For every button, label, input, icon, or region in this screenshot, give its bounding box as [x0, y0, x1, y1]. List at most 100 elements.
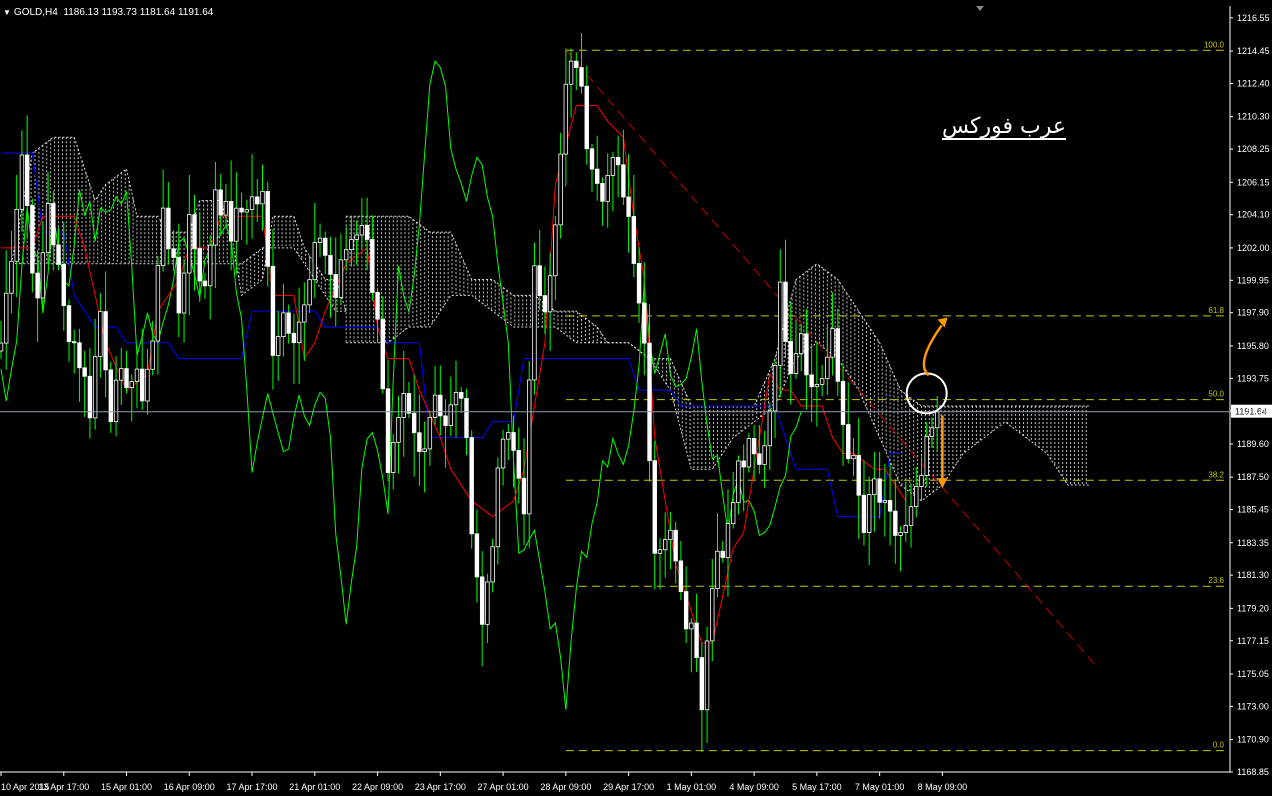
candle-body — [380, 318, 385, 390]
cloud-edge-b — [346, 294, 608, 344]
candle — [370, 215, 375, 301]
candle-body — [882, 500, 888, 503]
candle — [553, 215, 558, 301]
candle — [615, 135, 621, 198]
candle-body — [595, 168, 600, 184]
candle — [751, 424, 757, 481]
candle — [391, 434, 396, 490]
candle — [798, 323, 804, 372]
candle — [187, 174, 192, 316]
candle-body — [72, 341, 77, 344]
brand-watermark: عرب فوركس — [942, 114, 1066, 139]
candle-body — [793, 353, 799, 374]
candle — [255, 178, 260, 222]
candle-body — [464, 397, 469, 438]
candle — [296, 287, 302, 384]
candle — [793, 321, 799, 379]
candle — [4, 250, 9, 370]
candle — [840, 364, 846, 466]
candle-body — [328, 254, 333, 275]
candle — [652, 440, 657, 590]
candle-body — [532, 265, 537, 381]
candle-body — [887, 500, 893, 512]
candle-body — [825, 356, 830, 380]
price-tick-label: 1168.85 — [1237, 767, 1269, 777]
candle-body — [506, 432, 511, 440]
candle — [600, 177, 605, 226]
candle — [213, 161, 218, 289]
price-tick-label: 1214.45 — [1237, 46, 1270, 56]
candle-body — [699, 657, 705, 711]
price-axis[interactable]: 1216.55 1214.45 1212.40 1210.30 1208.25 1206.… — [1230, 13, 1270, 777]
chart-header: ▼ GOLD,H4 1186.13 1193.73 1181.64 1191.64 — [3, 7, 213, 18]
candle-body — [741, 460, 746, 468]
downtrend-line — [565, 49, 1095, 665]
fib-level-label: 0.0 — [1213, 741, 1225, 750]
candle-body — [160, 207, 166, 267]
candle-body — [908, 506, 914, 526]
candle-body — [286, 312, 291, 334]
price-chart[interactable]: 100.0 61.8 50.0 38.2 23.6 0.0 1191.64 1216.55… — [0, 0, 1272, 796]
candle — [72, 329, 77, 374]
candle — [244, 199, 250, 245]
candle — [0, 320, 4, 359]
candle — [275, 310, 281, 381]
candle-body — [448, 404, 453, 426]
candle — [40, 221, 46, 309]
candle-body — [584, 85, 589, 150]
candle-body — [746, 438, 752, 468]
candle-body — [835, 328, 840, 382]
candle-body — [929, 427, 935, 437]
candle — [380, 296, 385, 394]
candle — [307, 257, 312, 313]
candle-body — [323, 237, 328, 256]
fibonacci-retracement[interactable]: 100.0 61.8 50.0 38.2 23.6 0.0 — [565, 40, 1226, 752]
dropdown-triangle-icon[interactable]: ▼ — [3, 8, 11, 17]
candlesticks[interactable] — [0, 32, 940, 752]
candle — [265, 181, 270, 287]
trendline[interactable] — [565, 49, 1095, 665]
candle — [119, 347, 124, 406]
candle-body — [731, 502, 736, 524]
candle-body — [249, 196, 255, 211]
ohlc-readout: 1186.13 1193.73 1181.64 1191.64 — [63, 7, 214, 18]
candle — [558, 132, 563, 239]
candle — [710, 558, 715, 662]
candle-body — [375, 291, 380, 320]
candle — [385, 359, 391, 482]
candle-body — [615, 156, 621, 166]
time-axis[interactable]: 10 Apr 201513 Apr 17:00 15 Apr 01:00 16 Ap… — [0, 772, 967, 792]
candle — [783, 239, 788, 359]
candle-body — [819, 378, 825, 385]
candle — [479, 551, 485, 667]
candle-body — [579, 67, 584, 87]
candle — [621, 129, 626, 206]
candle — [814, 341, 820, 427]
candle-body — [574, 60, 579, 68]
candle — [323, 231, 328, 274]
candle-body — [396, 417, 401, 443]
candle-body — [218, 189, 223, 216]
candle-body — [720, 550, 725, 558]
time-tick-label: 22 Apr 09:00 — [352, 782, 403, 792]
candle — [568, 48, 574, 118]
candle-body — [830, 328, 835, 358]
time-tick-label: 28 Apr 09:00 — [540, 782, 591, 792]
time-tick-label: 13 Apr 17:00 — [38, 782, 89, 792]
candle-body — [704, 640, 710, 711]
candle — [830, 292, 835, 376]
cloud-segment — [345, 215, 609, 344]
candle-body — [270, 265, 276, 356]
time-tick-label: 27 Apr 01:00 — [478, 782, 529, 792]
candle-body — [600, 182, 605, 202]
candle — [788, 301, 793, 405]
candle — [663, 512, 668, 578]
candle-body — [736, 460, 741, 503]
candle-body — [877, 478, 882, 503]
candle-body — [66, 305, 72, 343]
candle — [872, 452, 877, 532]
candle — [678, 541, 684, 600]
candle-body — [495, 467, 501, 548]
candle-body — [924, 435, 929, 476]
candle-body — [438, 394, 443, 417]
